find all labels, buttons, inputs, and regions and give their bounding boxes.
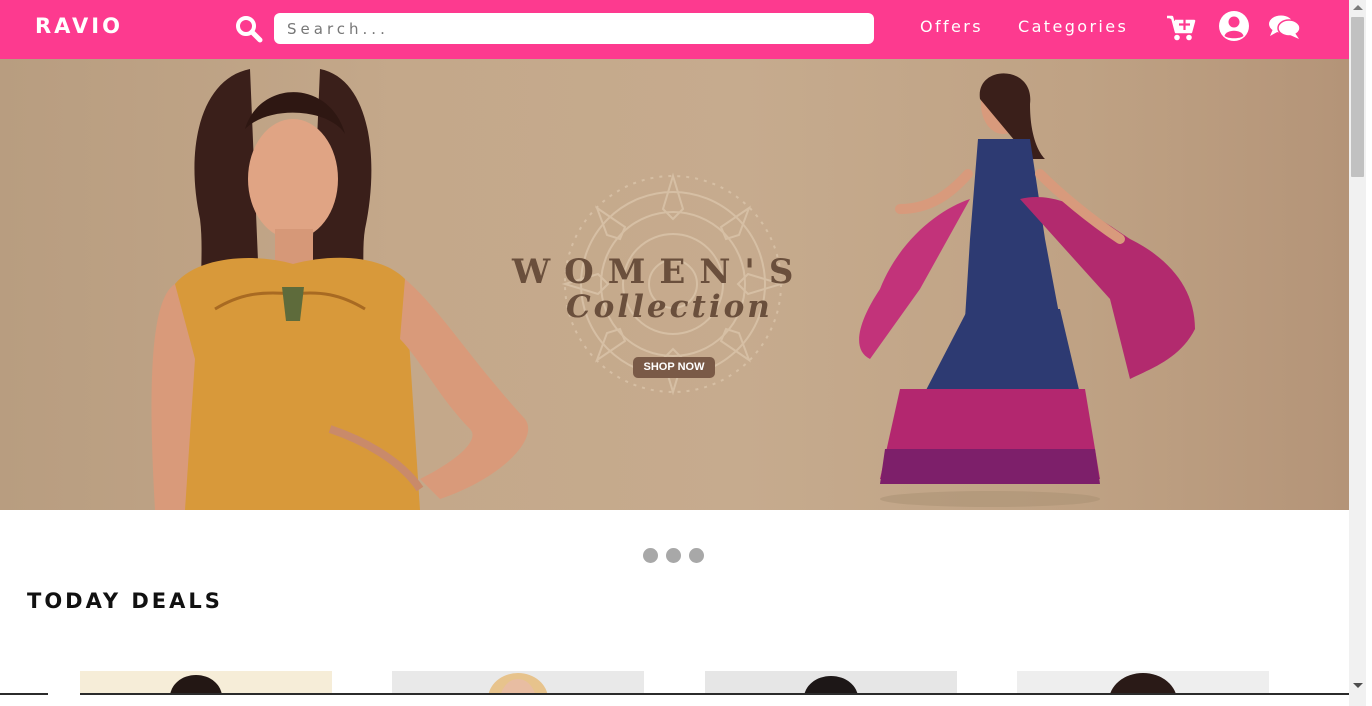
comments-icon[interactable] [1268, 13, 1301, 41]
deal-card-2[interactable] [392, 671, 644, 695]
deal-card-3[interactable] [705, 671, 957, 695]
user-circle-icon[interactable] [1218, 10, 1250, 42]
deal-card-4[interactable] [1017, 671, 1269, 695]
deal-card-4-image [1109, 673, 1177, 695]
carousel-dot-2[interactable] [666, 548, 681, 563]
search-input[interactable] [274, 13, 874, 44]
deal-card-3-image [804, 676, 858, 695]
nav-offers-link[interactable]: Offers [920, 17, 983, 36]
right-model-image [859, 73, 1195, 507]
scrollbar-thumb[interactable] [1351, 17, 1364, 177]
left-model-image [151, 69, 529, 510]
section-divider-gap [48, 693, 80, 695]
hero-title: WOMEN'S [512, 252, 808, 292]
top-navbar: RAVIO Offers Categories [0, 0, 1349, 59]
search-icon[interactable] [235, 15, 263, 43]
carousel-dot-3[interactable] [689, 548, 704, 563]
hero-subtitle: Collection [566, 289, 773, 325]
brand-logo[interactable]: RAVIO [35, 14, 123, 38]
scroll-down-arrow-icon[interactable] [1353, 683, 1363, 688]
deal-card-1-image [170, 675, 222, 695]
nav-categories-link[interactable]: Categories [1018, 17, 1128, 36]
shop-now-button[interactable]: SHOP NOW [633, 357, 715, 378]
today-deals-heading: TODAY DEALS [27, 589, 223, 613]
section-divider [0, 693, 1349, 695]
hero-banner[interactable]: WOMEN'S Collection SHOP NOW [0, 59, 1349, 510]
scroll-up-arrow-icon[interactable] [1353, 5, 1363, 10]
carousel-dot-1[interactable] [643, 548, 658, 563]
cart-plus-icon[interactable] [1166, 14, 1196, 42]
deal-card-1[interactable] [80, 671, 332, 695]
deal-card-2-image [488, 673, 548, 695]
